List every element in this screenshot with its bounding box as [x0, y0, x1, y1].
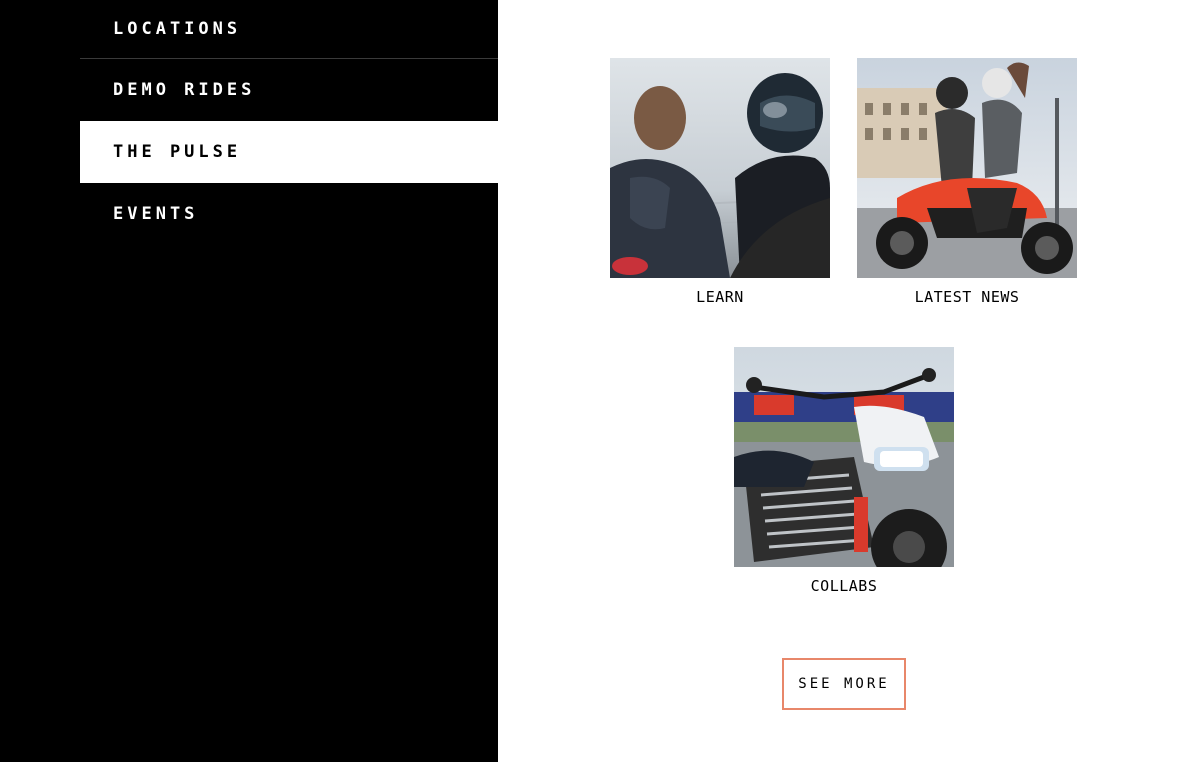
- content-panel: LEARN LATEST NEWS COLLABS SEE MORE: [498, 0, 1189, 762]
- nav-item-demo-rides[interactable]: DEMO RIDES: [80, 59, 498, 121]
- collabs-photo: [734, 347, 954, 567]
- nav-item-events[interactable]: EVENTS: [80, 183, 498, 245]
- nav-item-locations[interactable]: LOCATIONS: [80, 0, 498, 59]
- side-menu-panel: LOCATIONS DEMO RIDES THE PULSE EVENTS: [0, 0, 498, 762]
- see-more-button[interactable]: SEE MORE: [782, 658, 906, 710]
- card-latest-news-label: LATEST NEWS: [914, 288, 1020, 306]
- nav-item-the-pulse[interactable]: THE PULSE: [80, 121, 498, 183]
- card-collabs-label: COLLABS: [810, 577, 878, 595]
- card-learn[interactable]: LEARN: [610, 58, 830, 306]
- card-latest-news[interactable]: LATEST NEWS: [857, 58, 1077, 306]
- side-nav: LOCATIONS DEMO RIDES THE PULSE EVENTS: [80, 0, 498, 245]
- learn-photo: [610, 58, 830, 278]
- card-collabs[interactable]: COLLABS: [734, 347, 954, 595]
- card-learn-label: LEARN: [696, 288, 744, 306]
- latest-news-photo: [857, 58, 1077, 278]
